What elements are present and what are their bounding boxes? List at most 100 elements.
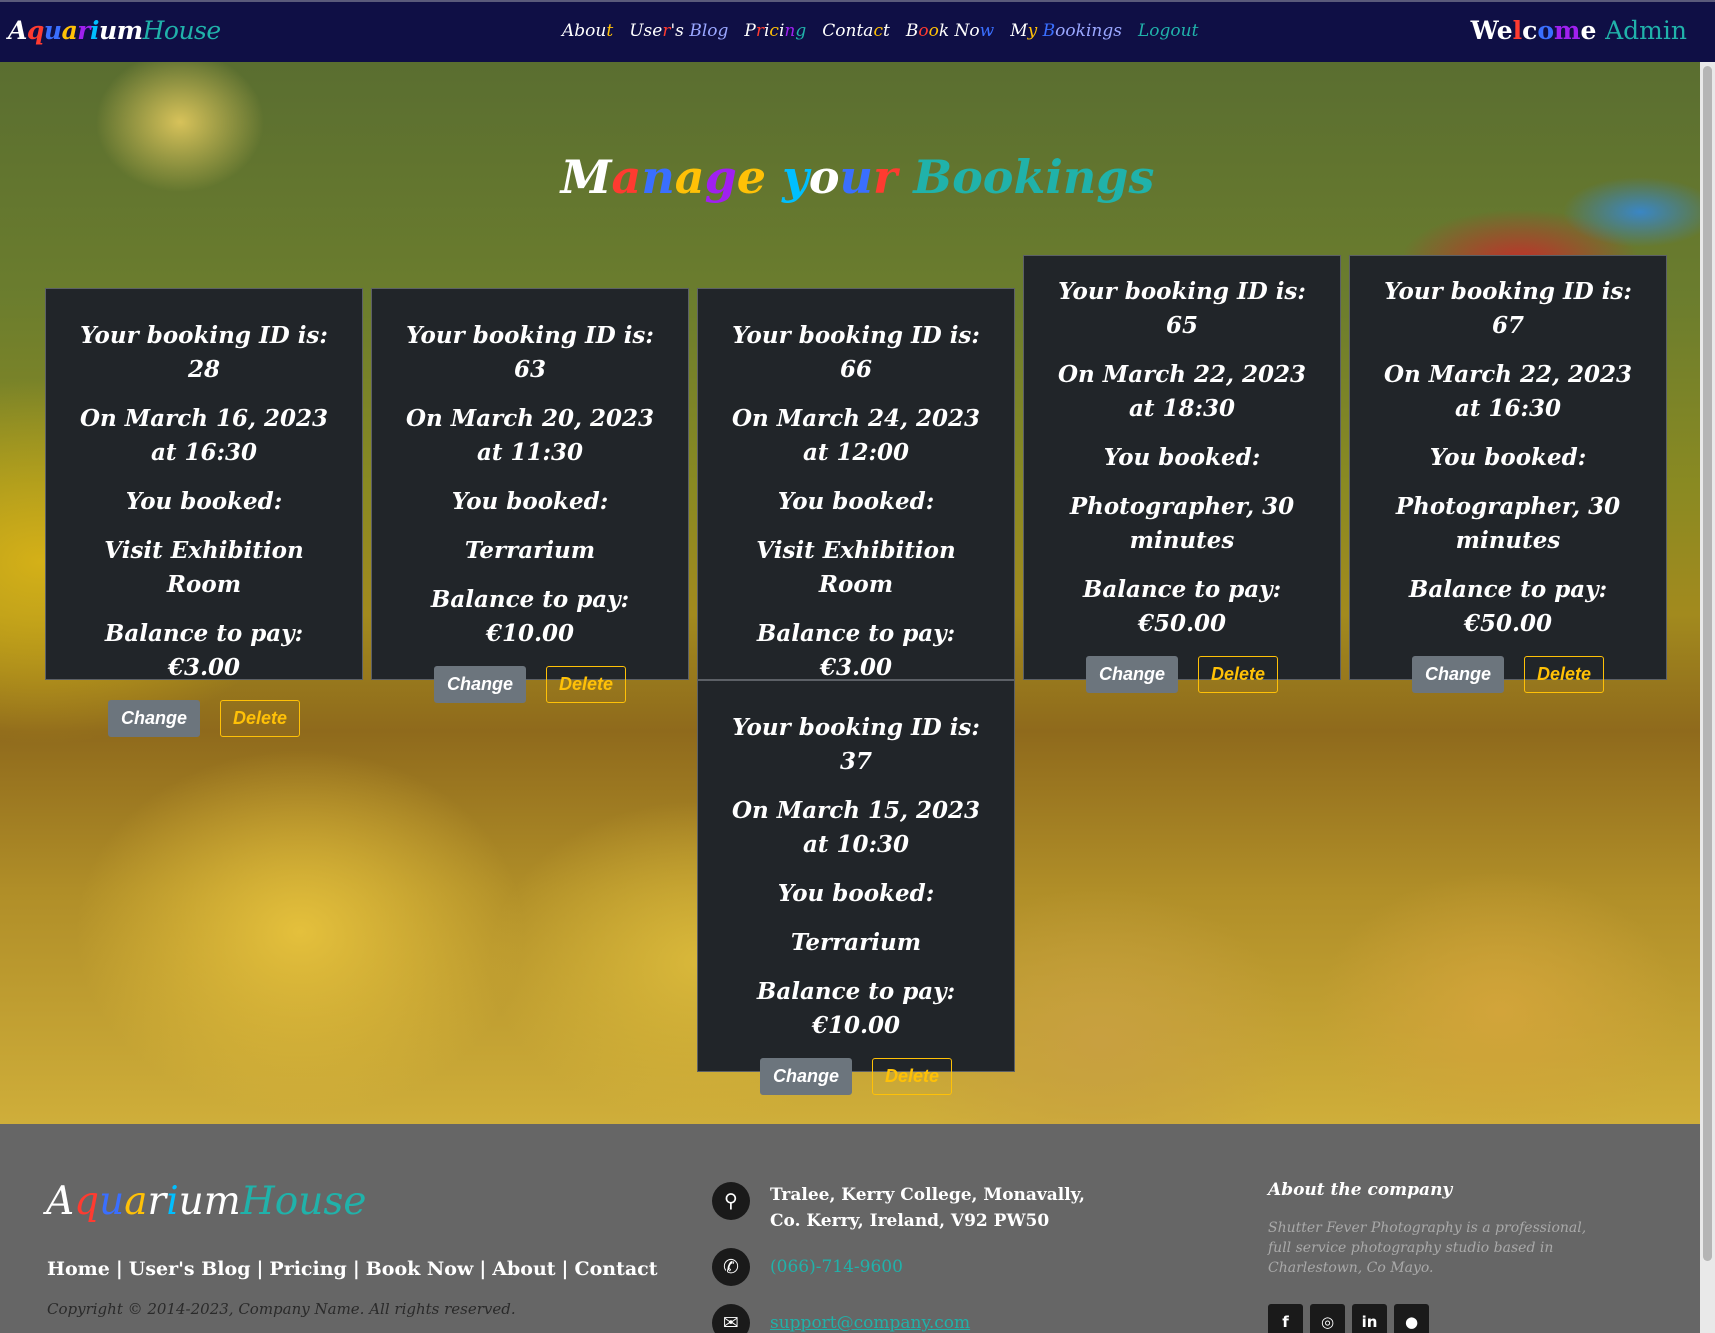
brand-letter: r xyxy=(77,16,90,45)
footer-link-home[interactable]: Home xyxy=(47,1258,110,1280)
nav-link-letter: r xyxy=(755,21,764,41)
username: Admin xyxy=(1605,16,1687,45)
instagram-icon[interactable]: ◎ xyxy=(1310,1304,1345,1333)
nav-link-letter: P xyxy=(744,21,756,41)
footer-link-user-s-blog[interactable]: User's Blog xyxy=(129,1258,251,1280)
change-button[interactable]: Change xyxy=(1085,656,1178,693)
nav-link-letter: g xyxy=(717,21,729,41)
facebook-icon[interactable]: f xyxy=(1268,1304,1303,1333)
nav-link-letter: B xyxy=(1042,21,1056,41)
delete-button[interactable]: Delete xyxy=(1197,656,1279,693)
brand-letter: A xyxy=(8,16,27,45)
footer-brand-letter: r xyxy=(147,1179,167,1224)
nav-link-letter: C xyxy=(822,21,836,41)
delete-button[interactable]: Delete xyxy=(1523,656,1605,693)
title-letter: o xyxy=(952,150,983,204)
nav-link-letter: o xyxy=(1149,21,1160,41)
page-scrollbar[interactable] xyxy=(1700,62,1715,1333)
link-separator: | xyxy=(479,1258,487,1280)
delete-button[interactable]: Delete xyxy=(219,700,301,737)
nav-link-letter: s xyxy=(643,21,653,41)
change-button[interactable]: Change xyxy=(107,700,200,737)
booking-actions: Change Delete xyxy=(1046,656,1318,693)
footer-link-pricing[interactable]: Pricing xyxy=(269,1258,346,1280)
github-icon[interactable]: ● xyxy=(1394,1304,1429,1333)
booking-date: On March 24, 2023 at 12:00 xyxy=(731,405,980,466)
title-letter xyxy=(766,150,782,204)
nav-link-letter: o xyxy=(1055,21,1066,41)
title-letter: o xyxy=(808,150,840,204)
booking-service: Visit Exhibition Room xyxy=(104,537,304,598)
booking-card: Your booking ID is: 65 On March 22, 2023 … xyxy=(1023,255,1341,693)
booking-service: Photographer, 30 minutes xyxy=(1069,493,1295,554)
footer-brand-letter: u xyxy=(99,1179,125,1224)
booking-balance: Balance to pay: €50.00 xyxy=(1408,576,1608,637)
title-letter: y xyxy=(782,150,809,204)
nav-link-letter: c xyxy=(873,21,883,41)
welcome-letter: e xyxy=(1496,16,1513,45)
nav-link-letter: o xyxy=(1170,21,1181,41)
change-button[interactable]: Change xyxy=(759,1058,852,1095)
footer-link-about[interactable]: About xyxy=(492,1258,555,1280)
nav-link-contact[interactable]: Contact xyxy=(822,21,890,41)
page-title: Manage your Bookings xyxy=(0,150,1715,204)
brand-letter: m xyxy=(116,16,143,45)
title-letter xyxy=(897,150,913,204)
email-link[interactable]: support@company.com xyxy=(770,1304,970,1333)
title-letter: g xyxy=(704,150,737,204)
brand-letter: a xyxy=(61,16,78,45)
booking-date: On March 20, 2023 at 11:30 xyxy=(405,405,654,466)
booking-id: Your booking ID is: 28 xyxy=(80,322,328,383)
copyright: Copyright © 2014-2023, Company Name. All… xyxy=(47,1300,516,1318)
title-letter: s xyxy=(1128,150,1155,204)
welcome-label: Welcome xyxy=(1471,16,1597,45)
contact-phone: ✆ (066)-714-9600 xyxy=(712,1248,903,1286)
booking-id: Your booking ID is: 65 xyxy=(1058,278,1306,339)
title-letter: n xyxy=(1062,150,1097,204)
nav-link-pricing[interactable]: Pricing xyxy=(744,21,806,41)
footer-brand-letter: i xyxy=(166,1179,179,1224)
footer-link-contact[interactable]: Contact xyxy=(574,1258,657,1280)
delete-button[interactable]: Delete xyxy=(871,1058,953,1095)
title-letter: g xyxy=(1096,150,1129,204)
nav-link-book-now[interactable]: Book Now xyxy=(906,21,994,41)
brand-logo[interactable]: AquariumHouse xyxy=(8,16,221,45)
email-icon: ✉ xyxy=(712,1304,750,1333)
booked-label: You booked: xyxy=(777,880,935,907)
brand-house: House xyxy=(142,16,222,45)
booking-card: Your booking ID is: 63 On March 20, 2023 … xyxy=(371,288,689,703)
nav-link-my-bookings[interactable]: My Bookings xyxy=(1010,21,1122,41)
nav-link-about[interactable]: About xyxy=(562,21,613,41)
footer-brand-letter: q xyxy=(74,1179,100,1224)
linkedin-icon[interactable]: in xyxy=(1352,1304,1387,1333)
nav-link-letter: u xyxy=(1180,21,1192,41)
booking-date: On March 22, 2023 at 16:30 xyxy=(1383,361,1632,422)
title-letter: u xyxy=(839,150,873,204)
nav-link-letter: t xyxy=(856,21,864,41)
nav-link-letter: b xyxy=(574,21,586,41)
scrollbar-thumb[interactable] xyxy=(1703,66,1712,1261)
nav-link-letter: y xyxy=(1027,21,1038,41)
booking-date: On March 15, 2023 at 10:30 xyxy=(731,797,980,858)
phone-link[interactable]: (066)-714-9600 xyxy=(770,1248,903,1280)
welcome-letter: o xyxy=(1537,16,1555,45)
nav-link-user-s-blog[interactable]: User's Blog xyxy=(629,21,728,41)
change-button[interactable]: Change xyxy=(433,666,526,703)
change-button[interactable]: Change xyxy=(1411,656,1504,693)
contact-address: ⚲ Tralee, Kerry College, Monavally, Co. … xyxy=(712,1182,1085,1234)
navbar: AquariumHouse About User's Blog Pricing Con… xyxy=(0,0,1715,62)
footer-link-book-now[interactable]: Book Now xyxy=(366,1258,474,1280)
footer-brand-logo[interactable]: AquariumHouse xyxy=(46,1179,366,1224)
booking-balance: Balance to pay: €50.00 xyxy=(1082,576,1282,637)
delete-button[interactable]: Delete xyxy=(545,666,627,703)
nav-link-letter: o xyxy=(928,21,939,41)
contact-email: ✉ support@company.com xyxy=(712,1304,970,1333)
nav-link-logout[interactable]: Logout xyxy=(1138,21,1198,41)
nav-link-letter: g xyxy=(1159,21,1171,41)
booking-id: Your booking ID is: 67 xyxy=(1384,278,1632,339)
welcome-letter: W xyxy=(1470,16,1497,45)
nav-link-letter: M xyxy=(1010,21,1028,41)
nav-link-letter: k xyxy=(1075,21,1086,41)
welcome-letter: m xyxy=(1554,16,1581,45)
address-line-1: Tralee, Kerry College, Monavally, xyxy=(770,1185,1085,1205)
